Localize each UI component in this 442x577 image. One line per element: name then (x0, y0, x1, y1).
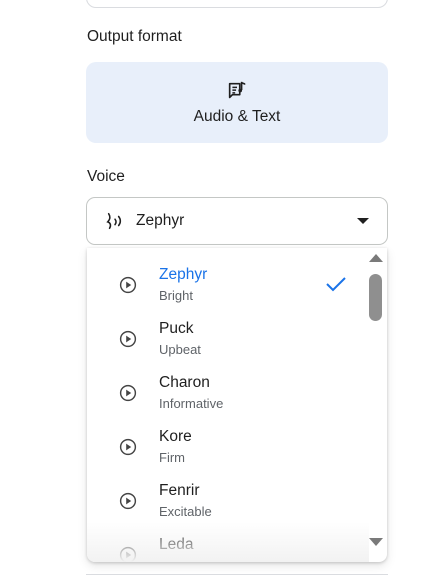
play-icon[interactable] (119, 438, 137, 456)
play-icon[interactable] (119, 330, 137, 348)
play-icon[interactable] (119, 276, 137, 294)
voice-label: Voice (87, 168, 125, 185)
voice-option-description: Upbeat (159, 342, 201, 357)
voice-option-name: Zephyr (159, 266, 208, 283)
voice-select-value: Zephyr (136, 212, 185, 229)
settings-panel: Output format Audio & Text Voice Zephyr … (0, 0, 442, 577)
voice-option-name: Kore (159, 428, 192, 445)
voice-option-description: Firm (159, 450, 185, 465)
voice-select[interactable]: Zephyr (86, 197, 388, 245)
output-format-audio-text-option[interactable]: Audio & Text (86, 62, 388, 143)
output-format-option-label: Audio & Text (193, 107, 281, 125)
voice-option-description: Bright (159, 288, 193, 303)
voice-option-kore[interactable]: Kore Firm (87, 412, 369, 466)
chevron-down-icon (357, 218, 369, 224)
previous-field[interactable] (86, 0, 388, 8)
scroll-up-arrow[interactable] (369, 254, 383, 262)
voice-option-name: Puck (159, 320, 194, 337)
voice-option-puck[interactable]: Puck Upbeat (87, 304, 369, 358)
voice-option-description: Informative (159, 396, 224, 411)
voice-option-zephyr[interactable]: Zephyr Bright (87, 250, 369, 304)
checkmark-icon (326, 277, 346, 292)
voice-option-name: Leda (159, 536, 194, 553)
scrollbar-thumb[interactable] (369, 274, 382, 321)
divider (86, 574, 388, 575)
voice-option-name: Charon (159, 374, 210, 391)
voice-option-name: Fenrir (159, 482, 200, 499)
voice-wave-icon (106, 212, 122, 230)
scroll-down-arrow[interactable] (369, 538, 383, 546)
voice-dropdown-list: Zephyr Bright Puck Upbeat Charon Informative K… (87, 248, 387, 562)
voice-option-description: Excitable (159, 504, 212, 519)
music-note-text-icon (228, 81, 246, 98)
play-icon[interactable] (119, 492, 137, 510)
voice-option-fenrir[interactable]: Fenrir Excitable (87, 466, 369, 520)
output-format-label: Output format (87, 28, 182, 45)
play-icon[interactable] (119, 546, 137, 562)
play-icon[interactable] (119, 384, 137, 402)
voice-option-charon[interactable]: Charon Informative (87, 358, 369, 412)
voice-option-leda[interactable]: Leda (87, 520, 369, 562)
